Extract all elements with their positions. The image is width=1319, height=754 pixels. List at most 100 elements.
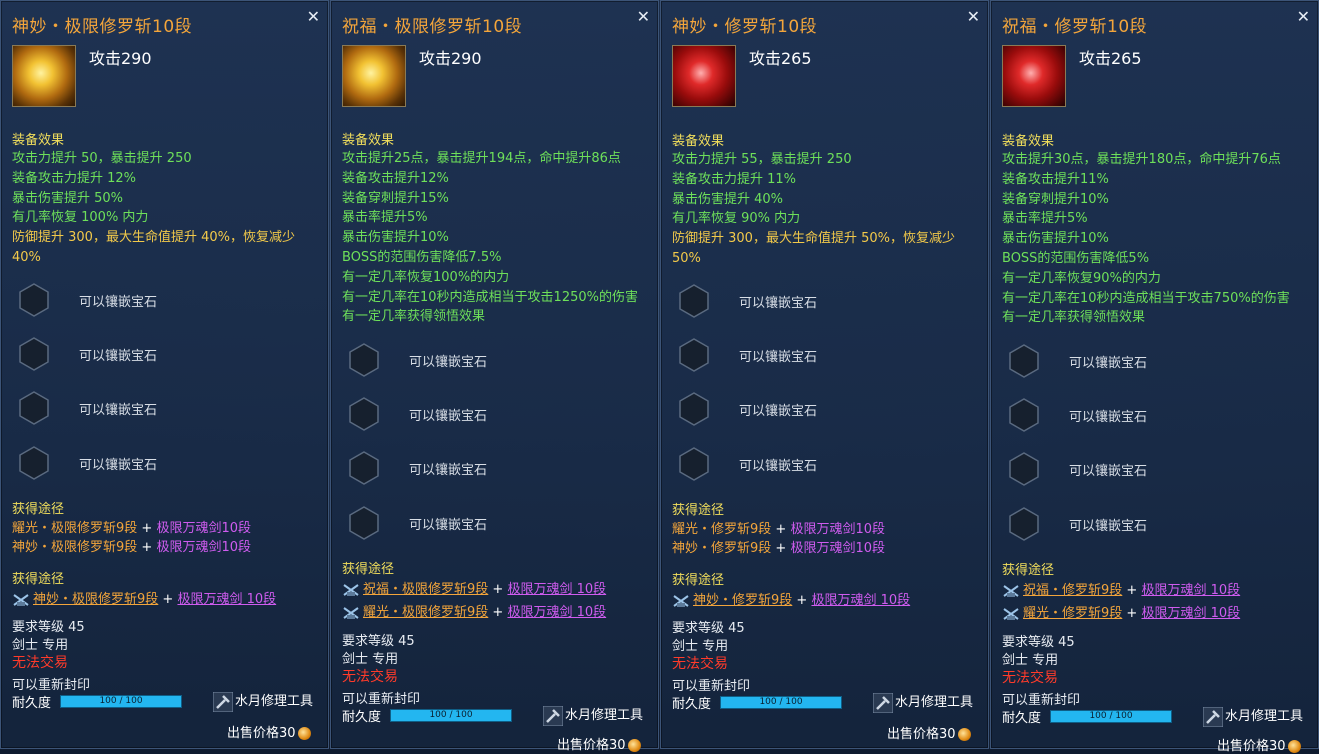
socket-label: 可以镶嵌宝石 <box>409 518 488 533</box>
effect-header: 装备效果 <box>1002 134 1055 149</box>
class-restriction: 剑士 专用 <box>1002 653 1059 668</box>
required-level: 要求等级 45 <box>342 634 415 649</box>
route-link-line[interactable]: 神妙・修罗斩9段 + 极限万魂剑 10段 <box>672 589 910 608</box>
effect-list: 攻击提升25点，暴击提升194点，命中提升86点 装备攻击提升12% 装备穿刺提… <box>342 149 638 327</box>
upgrade-route-icon <box>343 606 359 619</box>
sell-price: 出售价格30 <box>227 722 311 741</box>
route-header: 获得途径 <box>672 573 725 588</box>
effect-line: 有一定几率恢复90%的内力 <box>1002 270 1161 286</box>
sell-price-label: 出售价格30 <box>557 738 626 753</box>
route-source-link[interactable]: 神妙・极限修罗斩9段 <box>33 592 158 607</box>
socket-label: 可以镶嵌宝石 <box>409 463 488 478</box>
route-source-link[interactable]: 耀光・极限修罗斩9段 <box>363 605 488 620</box>
no-trade-label: 无法交易 <box>672 656 728 672</box>
route-header: 获得途径 <box>12 502 65 517</box>
upgrade-route-icon <box>673 594 689 607</box>
empty-socket-icon <box>679 338 709 372</box>
route-source: 神妙・极限修罗斩9段 <box>12 540 138 555</box>
effect-line: 攻击提升30点，暴击提升180点，命中提升76点 <box>1002 152 1281 167</box>
durability-row: 耐久度 100 / 100 <box>12 692 182 711</box>
route-header: 获得途径 <box>342 562 395 577</box>
durability-bar: 100 / 100 <box>720 696 842 709</box>
socket-label: 可以镶嵌宝石 <box>79 349 158 364</box>
durability-row: 耐久度 100 / 100 <box>672 693 842 712</box>
socket-label: 可以镶嵌宝石 <box>409 409 488 424</box>
required-level: 要求等级 45 <box>1002 635 1075 650</box>
close-icon[interactable]: ✕ <box>307 9 320 25</box>
repair-tool-button[interactable]: 水月修理工具 <box>1203 705 1303 727</box>
route-source-link[interactable]: 神妙・修罗斩9段 <box>693 593 792 608</box>
route-material: 极限万魂剑10段 <box>156 521 251 536</box>
socket-label: 可以镶嵌宝石 <box>409 355 488 370</box>
effect-line: 装备攻击力提升 11% <box>672 171 797 187</box>
sell-price: 出售价格30 <box>557 734 641 753</box>
attack-value: 攻击265 <box>749 49 812 68</box>
empty-socket-icon <box>679 447 709 481</box>
empty-socket-icon <box>19 337 49 371</box>
no-trade-label: 无法交易 <box>12 655 68 671</box>
item-title: 神妙・极限修罗斩10段 <box>12 17 193 37</box>
socket-label: 可以镶嵌宝石 <box>1069 519 1148 534</box>
route-link-line[interactable]: 祝福・极限修罗斩9段 + 极限万魂剑 10段 <box>342 578 606 597</box>
durability-row: 耐久度 100 / 100 <box>342 706 512 725</box>
route-material-link[interactable]: 极限万魂剑 10段 <box>811 593 910 608</box>
effect-line: BOSS的范围伤害降低7.5% <box>342 249 502 265</box>
route-material-link[interactable]: 极限万魂剑 10段 <box>1141 606 1240 621</box>
durability-label: 耐久度 <box>1002 711 1042 726</box>
empty-socket-icon <box>679 284 709 318</box>
effect-header: 装备效果 <box>342 133 395 148</box>
effect-header: 装备效果 <box>672 134 725 149</box>
route-line: 耀光・极限修罗斩9段 + 极限万魂剑10段 <box>12 521 251 536</box>
repair-tool-button[interactable]: 水月修理工具 <box>873 691 973 713</box>
reseal-label: 可以重新封印 <box>342 692 421 707</box>
repair-tool-label: 水月修理工具 <box>235 694 314 709</box>
effect-line: 暴击伤害提升 50% <box>12 190 124 206</box>
class-restriction: 剑士 专用 <box>342 652 399 667</box>
effect-line: BOSS的范围伤害降低5% <box>1002 250 1150 266</box>
route-header: 获得途径 <box>1002 563 1055 578</box>
route-source-link[interactable]: 祝福・极限修罗斩9段 <box>363 582 488 597</box>
empty-socket-icon <box>1009 507 1039 541</box>
close-icon[interactable]: ✕ <box>967 9 980 25</box>
empty-socket-icon <box>679 392 709 426</box>
route-link-line[interactable]: 耀光・修罗斩9段 + 极限万魂剑 10段 <box>1002 602 1240 621</box>
route-source-link[interactable]: 耀光・修罗斩9段 <box>1023 606 1122 621</box>
route-line: 耀光・修罗斩9段 + 极限万魂剑10段 <box>672 522 885 537</box>
route-material: 极限万魂剑10段 <box>790 541 885 556</box>
route-material-link[interactable]: 极限万魂剑 10段 <box>507 582 606 597</box>
close-icon[interactable]: ✕ <box>637 9 650 25</box>
coin-icon <box>957 728 971 741</box>
upgrade-route-icon <box>13 593 29 606</box>
no-trade-label: 无法交易 <box>1002 670 1058 686</box>
route-link-line[interactable]: 耀光・极限修罗斩9段 + 极限万魂剑 10段 <box>342 601 606 620</box>
reseal-label: 可以重新封印 <box>1002 693 1081 708</box>
effect-line: 50% <box>672 250 701 266</box>
route-material-link[interactable]: 极限万魂剑 10段 <box>1141 583 1240 598</box>
route-material-link[interactable]: 极限万魂剑 10段 <box>507 605 606 620</box>
gold-sword-icon <box>342 45 406 107</box>
effect-line: 暴击伤害提升10% <box>1002 231 1109 247</box>
item-title: 神妙・修罗斩10段 <box>672 17 818 37</box>
route-link-line[interactable]: 神妙・极限修罗斩9段 + 极限万魂剑 10段 <box>12 588 276 607</box>
coin-icon <box>627 739 641 752</box>
socket-label: 可以镶嵌宝石 <box>739 296 818 311</box>
sell-price-label: 出售价格30 <box>1217 739 1286 754</box>
class-restriction: 剑士 专用 <box>12 638 69 653</box>
repair-tool-button[interactable]: 水月修理工具 <box>543 704 643 726</box>
reseal-label: 可以重新封印 <box>12 678 91 693</box>
close-icon[interactable]: ✕ <box>1297 9 1310 25</box>
coin-icon <box>1287 740 1301 753</box>
route-material-link[interactable]: 极限万魂剑 10段 <box>177 592 276 607</box>
route-link-line[interactable]: 祝福・修罗斩9段 + 极限万魂剑 10段 <box>1002 579 1240 598</box>
empty-socket-icon <box>1009 344 1039 378</box>
repair-tool-button[interactable]: 水月修理工具 <box>213 690 313 712</box>
required-level: 要求等级 45 <box>12 620 85 635</box>
effect-line: 有一定几率在10秒内造成相当于攻击1250%的伤害 <box>342 289 638 305</box>
socket-label: 可以镶嵌宝石 <box>739 404 818 419</box>
empty-socket-icon <box>349 451 379 485</box>
item-tooltip-panel: ✕ 祝福・极限修罗斩10段 攻击290 装备效果 攻击提升25点，暴击提升194… <box>330 0 659 753</box>
sell-price-label: 出售价格30 <box>887 727 956 742</box>
empty-socket-icon <box>349 343 379 377</box>
route-source-link[interactable]: 祝福・修罗斩9段 <box>1023 583 1122 598</box>
required-level: 要求等级 45 <box>672 621 745 636</box>
